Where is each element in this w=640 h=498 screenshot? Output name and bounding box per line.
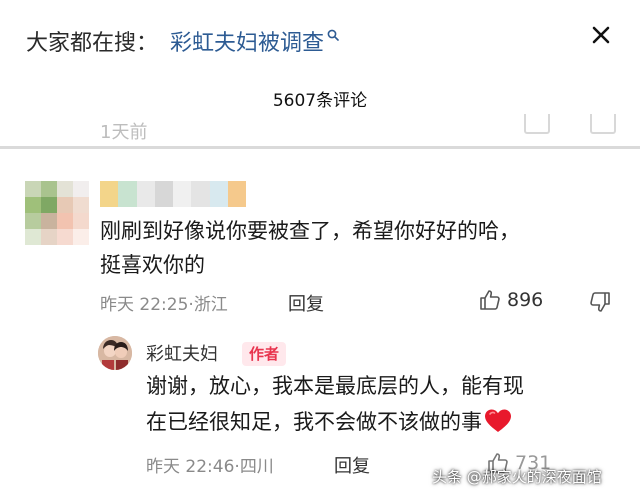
search-prefix: 大家都在搜： [26, 31, 159, 56]
reply-text-line-content: 在已经很知足，我不会做不该做的事 [146, 410, 482, 434]
close-icon[interactable] [586, 20, 616, 50]
comment-meta: 昨天 22:25·浙江 [100, 290, 228, 315]
reply-text-line: 在已经很知足，我不会做不该做的事 [146, 404, 616, 445]
reply-button[interactable]: 回复 [288, 290, 324, 316]
reply-meta: 昨天 22:46·四川 [146, 452, 274, 477]
avatar[interactable] [25, 181, 89, 245]
author-badge: 作者 [242, 342, 286, 366]
like-icon[interactable] [524, 114, 550, 134]
comment-text: 刚刷到好像说你要被查了，希望你好好的哈， 挺喜欢你的 [100, 214, 600, 282]
reply-date: 昨天 [146, 457, 180, 477]
search-suggestion-link[interactable]: 彩虹夫妇被调查 [170, 25, 324, 57]
like-button[interactable]: 896 [478, 288, 543, 312]
comment-location: 浙江 [193, 295, 228, 315]
like-count: 896 [507, 289, 544, 311]
divider [0, 146, 640, 149]
reply-text: 谢谢，放心，我本是最底层的人，能有现 在已经很知足，我不会做不该做的事 [146, 368, 616, 445]
heart-icon [484, 408, 512, 445]
dislike-icon[interactable] [590, 114, 616, 134]
author-username[interactable]: 彩虹夫妇 [146, 340, 218, 366]
search-suggestion-bar[interactable]: 大家都在搜： 彩虹夫妇被调查 [26, 24, 339, 58]
previous-comment-meta: 1天前 [0, 114, 640, 144]
thumbs-up-icon [480, 290, 500, 310]
comment-time: 22:25 [139, 295, 189, 315]
reply-text-line: 谢谢，放心，我本是最底层的人，能有现 [146, 374, 524, 398]
comment-text-line: 挺喜欢你的 [100, 253, 205, 277]
reply-location: 四川 [239, 457, 274, 477]
author-avatar[interactable] [98, 336, 132, 370]
reply-button[interactable]: 回复 [334, 452, 370, 478]
comment-date: 昨天 [100, 295, 134, 315]
comment-text-line: 刚刷到好像说你要被查了，希望你好好的哈， [100, 219, 520, 243]
previous-comment-time: 1天前 [100, 122, 148, 143]
watermark: 头条 @郝家火的深夜面馆 [432, 468, 602, 486]
username-blurred[interactable] [100, 181, 246, 207]
comment-count: 5607条评论 [272, 91, 368, 111]
reply-time: 22:46 [185, 457, 235, 477]
search-icon [327, 29, 339, 45]
thumbs-down-icon [590, 292, 610, 312]
dislike-button[interactable] [588, 290, 612, 318]
